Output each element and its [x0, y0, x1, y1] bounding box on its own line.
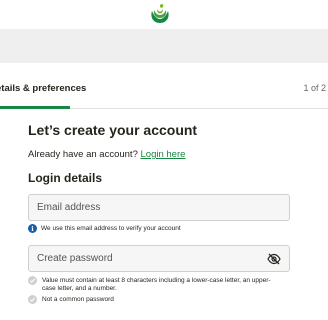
- check-circle-icon: [28, 295, 37, 304]
- page-title: Let’s create your account: [28, 122, 198, 138]
- email-input[interactable]: [29, 195, 289, 220]
- email-field[interactable]: [28, 194, 290, 221]
- header-band: [0, 29, 328, 63]
- password-field[interactable]: [28, 245, 290, 272]
- section-title-login-details: Login details: [28, 171, 103, 185]
- login-link[interactable]: Login here: [141, 149, 186, 160]
- step-label: etails & preferences: [0, 83, 87, 94]
- active-step-indicator: [0, 106, 70, 109]
- info-icon: i: [28, 224, 37, 233]
- email-helper: i We use this email address to verify yo…: [28, 224, 181, 233]
- password-input[interactable]: [29, 246, 289, 271]
- eye-slash-icon[interactable]: [267, 253, 281, 265]
- password-rule-text: Not a common password: [42, 296, 114, 303]
- step-count: 1 of 2: [303, 83, 326, 93]
- signin-prompt: Already have an account? Login here: [28, 149, 185, 160]
- signin-prompt-text: Already have an account?: [28, 149, 141, 160]
- woolworths-logo-icon[interactable]: [148, 3, 172, 25]
- header-logo-bar: [0, 0, 328, 29]
- check-circle-icon: [28, 276, 37, 285]
- email-helper-text: We use this email address to verify your…: [41, 225, 181, 232]
- password-rule-text: Value must contain at least 8 characters…: [42, 277, 271, 292]
